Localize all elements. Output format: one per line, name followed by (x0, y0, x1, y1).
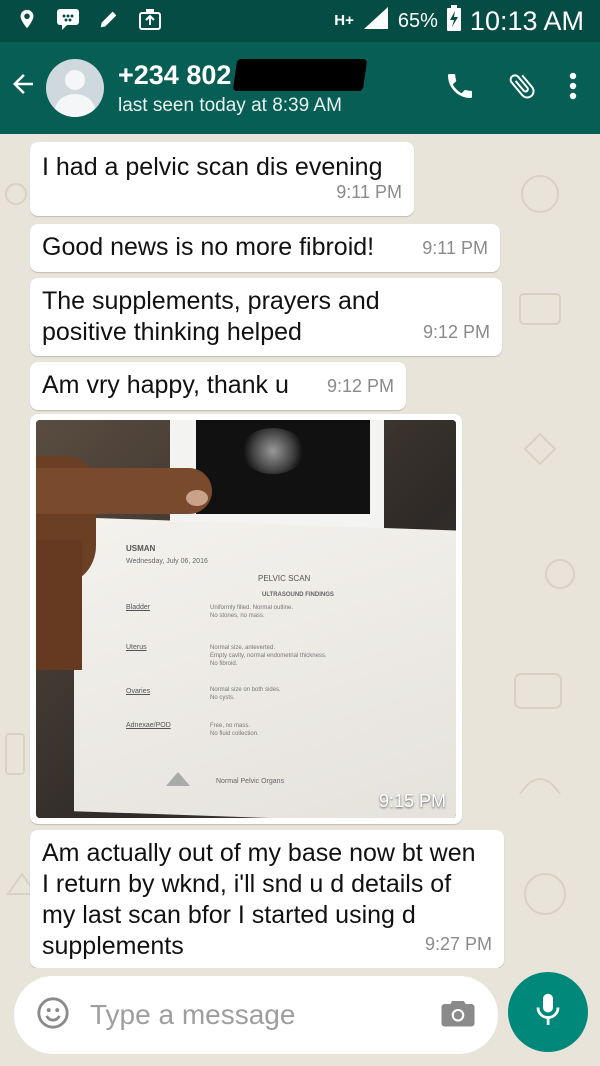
message-text: Am actually out of my base now bt wen I … (42, 839, 476, 960)
message-time: 9:12 PM (422, 322, 490, 342)
report-row-findings: Normal size on both sides. No cysts. (210, 687, 281, 701)
message-time: 9:27 PM (424, 934, 492, 954)
redaction-mark (233, 59, 368, 91)
message-time: 9:15 PM (378, 791, 446, 811)
report-heading: PELVIC SCAN (258, 574, 311, 583)
signal-icon (362, 5, 390, 38)
report-row-findings: Normal size, anteverted. Empty cavity, n… (210, 645, 327, 667)
edit-pencil-icon (98, 8, 120, 35)
smiley-icon (36, 996, 70, 1034)
kebab-menu-icon (568, 72, 578, 106)
message-placeholder: Type a message (90, 999, 296, 1030)
message-time: 9:11 PM (422, 238, 488, 258)
camera-button[interactable] (440, 998, 476, 1033)
report-date: Wednesday, July 06, 2016 (126, 558, 208, 565)
last-seen-status: last seen today at 8:39 AM (118, 95, 342, 116)
message-bubble[interactable]: I had a pelvic scan dis evening 9:11 PM (30, 142, 414, 216)
status-bar: H+ 65% 10:13 AM (0, 0, 600, 42)
avatar[interactable] (46, 59, 104, 117)
message-time: 9:11 PM (336, 182, 402, 202)
arrow-left-icon (8, 69, 38, 108)
message-input[interactable]: Type a message (14, 976, 498, 1054)
report-row-label: Uterus (126, 644, 147, 651)
network-type: H+ (334, 12, 354, 29)
battery-charging-icon (446, 4, 462, 38)
microphone-icon (533, 992, 563, 1033)
message-bubble[interactable]: Am vry happy, thank u 9:12 PM (30, 362, 406, 410)
battery-percent: 65% (397, 9, 438, 32)
call-button[interactable] (444, 70, 476, 107)
report-patient: USMAN (126, 544, 156, 553)
scan-report-photo[interactable]: USMAN Wednesday, July 06, 2016 PELVIC SC… (36, 420, 456, 818)
camera-icon (440, 1000, 476, 1032)
message-list[interactable]: I had a pelvic scan dis evening 9:11 PM … (0, 134, 600, 968)
report-row-findings: Free, no mass. No fluid collection. (210, 723, 259, 737)
report-row-label: Ovaries (126, 688, 151, 695)
clock: 10:13 AM (469, 5, 584, 36)
emoji-button[interactable] (36, 996, 70, 1035)
message-text: The supplements, prayers and positive th… (42, 287, 380, 346)
gallery-upload-icon (138, 8, 162, 35)
more-options-button[interactable] (568, 70, 578, 107)
phone-icon (444, 73, 476, 106)
message-bubble[interactable]: The supplements, prayers and positive th… (30, 278, 502, 356)
message-bubble[interactable]: Good news is no more fibroid! 9:11 PM (30, 224, 500, 272)
contact-title[interactable]: +234 802 last seen today at 8:39 AM (118, 59, 368, 117)
report-conclusion: Normal Pelvic Organs (216, 778, 285, 785)
voice-record-button[interactable] (508, 972, 588, 1052)
attach-button[interactable] (506, 70, 538, 107)
image-message[interactable]: USMAN Wednesday, July 06, 2016 PELVIC SC… (30, 414, 462, 824)
bbm-icon (56, 8, 80, 35)
message-bubble[interactable]: Am actually out of my base now bt wen I … (30, 830, 504, 968)
report-row-label: Adnexae/POD (126, 722, 171, 729)
back-button[interactable] (0, 69, 46, 108)
message-text: Good news is no more fibroid! (42, 233, 375, 261)
report-row-label: Bladder (126, 604, 151, 611)
composer-bar: Type a message (0, 968, 600, 1066)
paperclip-icon (506, 73, 538, 106)
location-pin-icon (16, 8, 38, 35)
chat-header: +234 802 last seen today at 8:39 AM (0, 42, 600, 134)
triangle-mark-icon (166, 772, 190, 786)
message-time: 9:12 PM (326, 376, 394, 396)
report-subheading: ULTRASOUND FINDINGS (262, 592, 334, 598)
contact-name: +234 802 (118, 59, 232, 90)
report-row-findings: Uniformly filled. Normal outline. No sto… (210, 605, 294, 619)
